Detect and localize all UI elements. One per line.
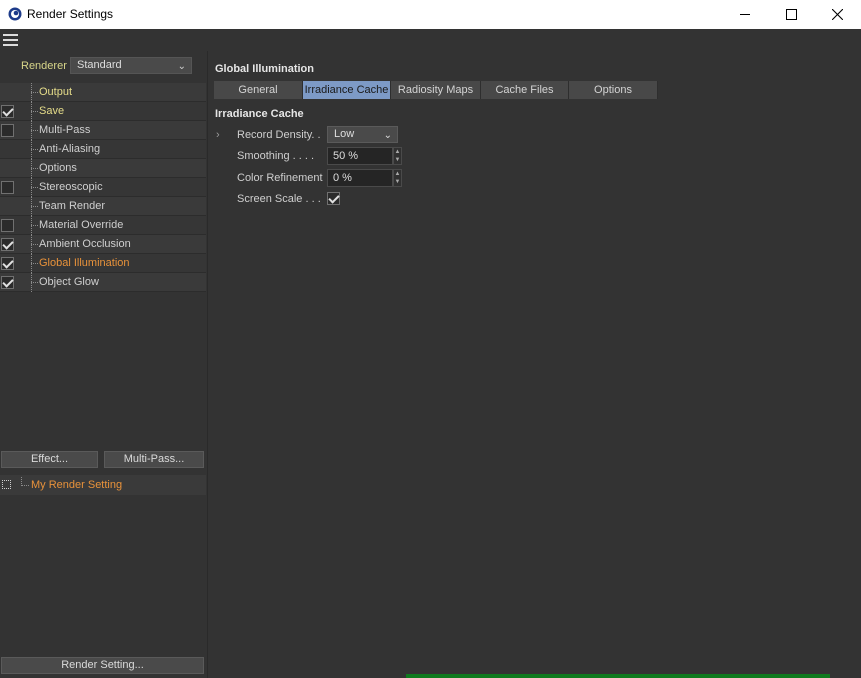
title-bar: Render Settings — [0, 0, 861, 29]
sidebar-item-label: Output — [39, 86, 73, 98]
tab-radiosity-maps[interactable]: Radiosity Maps — [391, 81, 481, 99]
effect-button[interactable]: Effect... — [1, 451, 98, 468]
settings-content: Global Illumination General Irradiance C… — [209, 51, 861, 678]
settings-sidebar: Renderer Standard ⌄ Output Save Multi-Pass… — [0, 51, 208, 678]
render-setting-name[interactable]: My Render Setting — [31, 479, 122, 491]
hamburger-menu-icon[interactable] — [3, 34, 18, 46]
enable-checkbox[interactable] — [1, 181, 14, 194]
screen-scale-label: Screen Scale . . . — [237, 193, 321, 205]
smoothing-field[interactable]: 50 % — [327, 147, 393, 165]
record-density-dropdown[interactable]: Low ⌄ — [327, 126, 398, 143]
menu-bar — [0, 29, 861, 51]
maximize-button[interactable] — [768, 0, 814, 29]
enable-checkbox[interactable] — [1, 124, 14, 137]
selection-marker-icon — [2, 480, 11, 489]
minimize-button[interactable] — [722, 0, 768, 29]
sidebar-item-anti-aliasing[interactable]: Anti-Aliasing — [0, 140, 206, 159]
renderer-label: Renderer — [21, 60, 67, 72]
sidebar-item-label: Material Override — [39, 219, 124, 231]
tab-options[interactable]: Options — [569, 81, 658, 99]
tree-connector — [31, 206, 38, 207]
sidebar-item-ambient-occlusion[interactable]: Ambient Occlusion — [0, 235, 206, 254]
close-icon — [831, 9, 843, 20]
sidebar-item-label: Global Illumination — [39, 257, 130, 269]
color-refinement-label: Color Refinement — [237, 172, 323, 184]
maximize-icon — [785, 9, 797, 20]
chevron-down-icon: ⌄ — [177, 61, 186, 72]
enable-checkbox[interactable] — [1, 105, 14, 118]
sidebar-item-stereoscopic[interactable]: Stereoscopic — [0, 178, 206, 197]
tree-connector — [31, 244, 38, 245]
window-title: Render Settings — [27, 7, 114, 21]
renderer-dropdown[interactable]: Standard ⌄ — [70, 57, 192, 74]
tree-connector — [31, 168, 38, 169]
screen-scale-checkbox[interactable] — [327, 192, 340, 205]
sidebar-item-label: Team Render — [39, 200, 106, 212]
tree-connector — [31, 282, 38, 283]
chevron-down-icon: ⌄ — [383, 130, 392, 141]
color-refinement-stepper[interactable]: ▲ ▼ — [393, 169, 402, 187]
sidebar-item-material-override[interactable]: Material Override — [0, 216, 206, 235]
sidebar-item-save[interactable]: Save — [0, 102, 206, 121]
section-title: Global Illumination — [215, 63, 314, 75]
sidebar-item-output[interactable]: Output — [0, 83, 206, 102]
sidebar-item-multi-pass[interactable]: Multi-Pass — [0, 121, 206, 140]
enable-checkbox[interactable] — [1, 276, 14, 289]
color-refinement-field[interactable]: 0 % — [327, 169, 393, 187]
tree-connector — [31, 263, 38, 264]
tree-connector — [31, 149, 38, 150]
cinema4d-logo-icon — [8, 7, 22, 21]
tab-general[interactable]: General — [214, 81, 303, 99]
progress-bar — [406, 674, 830, 678]
sidebar-item-global-illumination[interactable]: Global Illumination — [0, 254, 206, 273]
render-setting-list: My Render Setting — [0, 475, 206, 495]
sidebar-item-label: Anti-Aliasing — [39, 143, 101, 155]
smoothing-label: Smoothing . . . . — [237, 150, 315, 162]
settings-tree: Output Save Multi-Pass Anti-Aliasing Options… — [0, 83, 206, 292]
expand-arrow-icon[interactable]: › — [216, 129, 220, 141]
sidebar-item-label: Save — [39, 105, 65, 117]
record-density-value: Low — [334, 128, 355, 140]
sidebar-item-object-glow[interactable]: Object Glow — [0, 273, 206, 292]
enable-checkbox[interactable] — [1, 238, 14, 251]
minimize-icon — [739, 14, 750, 15]
tree-connector — [31, 111, 38, 112]
close-button[interactable] — [814, 0, 860, 29]
tab-bar: General Irradiance Cache Radiosity Maps … — [214, 81, 658, 99]
sidebar-item-options[interactable]: Options — [0, 159, 206, 178]
tree-connector — [31, 92, 38, 93]
enable-checkbox[interactable] — [1, 219, 14, 232]
sidebar-item-label: Stereoscopic — [39, 181, 103, 193]
sidebar-item-label: Ambient Occlusion — [39, 238, 131, 250]
smoothing-stepper[interactable]: ▲ ▼ — [393, 147, 402, 165]
tree-connector — [31, 130, 38, 131]
multipass-button[interactable]: Multi-Pass... — [104, 451, 204, 468]
tree-connector — [21, 477, 29, 486]
sidebar-item-label: Multi-Pass — [39, 124, 91, 136]
tree-connector — [31, 187, 38, 188]
sidebar-item-team-render[interactable]: Team Render — [0, 197, 206, 216]
render-setting-button[interactable]: Render Setting... — [1, 657, 204, 674]
tree-connector — [31, 225, 38, 226]
sidebar-item-label: Options — [39, 162, 77, 174]
enable-checkbox[interactable] — [1, 257, 14, 270]
sidebar-item-label: Object Glow — [39, 276, 99, 288]
record-density-label: Record Density. . — [237, 129, 321, 141]
subsection-title: Irradiance Cache — [215, 108, 304, 120]
tab-irradiance-cache[interactable]: Irradiance Cache — [303, 81, 391, 99]
tab-cache-files[interactable]: Cache Files — [481, 81, 569, 99]
renderer-value: Standard — [77, 59, 122, 71]
